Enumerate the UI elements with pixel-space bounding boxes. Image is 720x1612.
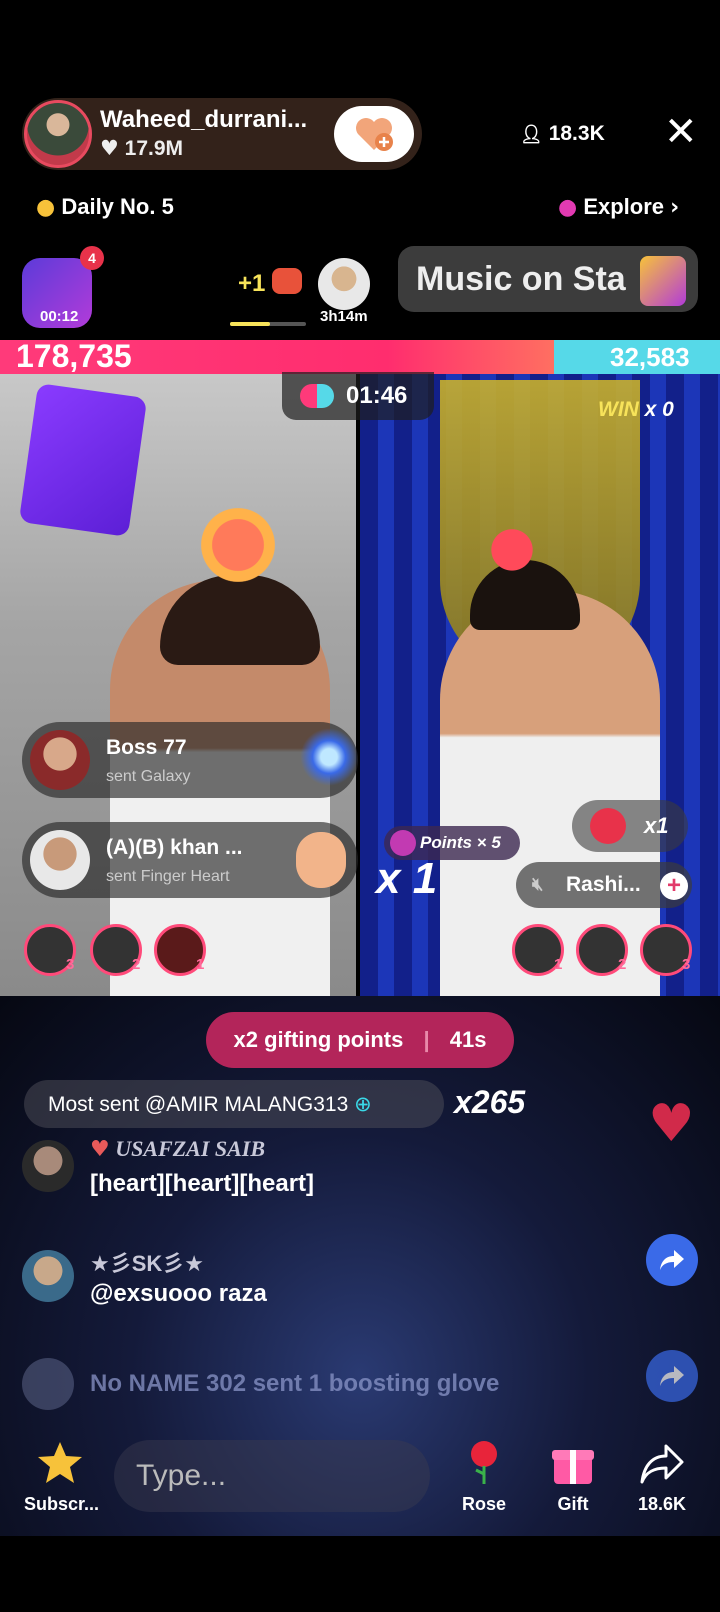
- heart-plus-icon: [356, 118, 393, 151]
- plus-one-label: +1: [238, 270, 266, 297]
- points-multiplier-label: Points × 5: [420, 833, 501, 852]
- most-sent-text: Most sent @AMIR MALANG313: [48, 1093, 349, 1116]
- top-fan-rank: 3: [682, 956, 691, 973]
- gift-sender-avatar: [30, 730, 90, 790]
- host-likes: ♥ 17.9M: [100, 136, 183, 161]
- heart-gift-icon: [590, 808, 626, 844]
- chat-message: [heart][heart][heart]: [90, 1170, 315, 1197]
- battle-timer: 01:46: [282, 372, 434, 420]
- gift-multiplier-small: x1: [644, 813, 669, 838]
- share-shortcut-button[interactable]: [646, 1234, 698, 1286]
- follow-button[interactable]: [334, 106, 414, 162]
- verified-icon: ⊕: [354, 1092, 372, 1116]
- host-info-pill[interactable]: Waheed_durrani... ♥ 17.9M: [22, 98, 422, 170]
- flame-icon: ●: [36, 195, 56, 220]
- boosting-glove-card[interactable]: [18, 383, 148, 537]
- win-label: WIN: [598, 398, 639, 421]
- cohost-name: Rashi...: [566, 873, 641, 896]
- share-arrow-icon: [660, 1250, 684, 1270]
- guest-timer: 3h14m: [320, 308, 368, 325]
- gift-multiplier-big: x 1: [376, 854, 438, 903]
- daily-rank-label: Daily No. 5: [61, 194, 174, 219]
- gift-toast: Boss 77 sent Galaxy: [22, 722, 358, 798]
- boosting-card-icon: [22, 1358, 74, 1410]
- fan-club-badge-left[interactable]: [190, 500, 286, 600]
- chevron-right-icon: ›: [670, 195, 680, 220]
- music-badge-icon: [640, 256, 686, 306]
- chat-avatar[interactable]: [22, 1250, 74, 1302]
- explore-button[interactable]: ● Explore ›: [558, 194, 679, 220]
- mute-icon: 🔇︎: [532, 874, 544, 895]
- gift-toast: (A)(B) khan ... sent Finger Heart: [22, 822, 358, 898]
- chat-username-text: USAFZAI SAIB: [115, 1136, 266, 1161]
- share-icon[interactable]: [638, 1442, 686, 1486]
- viewer-count[interactable]: 👤︎ 18.3K: [520, 122, 605, 146]
- gift-sender-avatar: [30, 830, 90, 890]
- most-sent-count: x265: [454, 1084, 526, 1120]
- music-banner-text: Music on Sta: [416, 260, 626, 298]
- close-icon[interactable]: ✕: [664, 112, 698, 152]
- gift-box-icon: [272, 268, 302, 294]
- fan-badge-icon: ♥: [90, 1137, 110, 1162]
- chat-username[interactable]: ★彡SK彡★: [90, 1246, 204, 1278]
- gifting-seconds: 41s: [449, 1027, 487, 1052]
- level-progress: [230, 322, 306, 326]
- win-streak: WIN x 0: [598, 398, 674, 422]
- gift-multiplier-badge: x1: [572, 800, 688, 852]
- planet-icon: ●: [558, 195, 578, 220]
- top-fan-rank: 2: [132, 956, 141, 973]
- subscribe-label[interactable]: Subscr...: [24, 1494, 99, 1515]
- glove-icon: [390, 830, 416, 856]
- host-avatar[interactable]: [24, 100, 92, 168]
- top-fan-rank: 1: [554, 956, 563, 973]
- comment-input[interactable]: Type...: [114, 1440, 430, 1512]
- gift-sender-name: (A)(B) khan ...: [106, 836, 243, 859]
- battle-score-left: 178,735: [16, 338, 132, 374]
- rose-icon[interactable]: [462, 1438, 506, 1486]
- battle-timer-value: 01:46: [346, 382, 408, 409]
- subscribe-star-icon[interactable]: [32, 1440, 88, 1486]
- finger-heart-gift-icon: [296, 832, 346, 888]
- like-heart-icon[interactable]: ♥: [648, 1094, 695, 1154]
- bottom-edge: [0, 1536, 720, 1612]
- daily-rank-badge[interactable]: ● Daily No. 5: [36, 194, 174, 220]
- guest-avatar[interactable]: [318, 258, 370, 310]
- gift-sender-name: Boss 77: [106, 736, 187, 759]
- chat-message: @exsuooo raza: [90, 1280, 267, 1307]
- gift-icon[interactable]: [550, 1440, 596, 1486]
- explore-label: Explore: [583, 194, 665, 219]
- most-sent-banner[interactable]: Most sent @AMIR MALANG313 ⊕: [24, 1080, 444, 1128]
- gift-label[interactable]: Gift: [546, 1494, 600, 1515]
- top-fan-rank: 3: [66, 956, 75, 973]
- person-icon: 👤︎: [520, 124, 543, 145]
- gift-description: sent Galaxy: [106, 768, 191, 785]
- battle-score-right: 32,583: [610, 342, 690, 372]
- fan-club-badge-right[interactable]: [474, 522, 550, 584]
- win-count: x 0: [644, 398, 674, 421]
- top-fan-rank: 1: [196, 956, 205, 973]
- host-name: Waheed_durrani...: [100, 106, 308, 133]
- gift-description: sent Finger Heart: [106, 868, 230, 885]
- chat-avatar[interactable]: [22, 1140, 74, 1192]
- heart-icon: ♥: [100, 136, 119, 160]
- rose-label[interactable]: Rose: [454, 1494, 514, 1515]
- share-arrow-icon: [660, 1366, 684, 1386]
- galaxy-gift-icon: [300, 728, 358, 786]
- boost-badge: 4: [80, 246, 104, 270]
- battle-gloves-icon: [300, 384, 334, 408]
- share-count[interactable]: 18.6K: [630, 1494, 694, 1515]
- top-fan-rank: 2: [618, 956, 627, 973]
- host-likes-count: 17.9M: [124, 137, 184, 160]
- system-message: No NAME 302 sent 1 boosting glove: [90, 1370, 500, 1397]
- gifting-points-banner[interactable]: x2 gifting points | 41s: [206, 1012, 514, 1068]
- gifting-label: x2 gifting points: [233, 1027, 404, 1052]
- share-shortcut-button[interactable]: [646, 1350, 698, 1402]
- chat-username[interactable]: ♥ USAFZAI SAIB: [90, 1136, 265, 1162]
- boost-timer: 00:12: [40, 308, 79, 325]
- add-cohost-button[interactable]: +: [660, 872, 688, 900]
- viewer-count-value: 18.3K: [548, 122, 605, 145]
